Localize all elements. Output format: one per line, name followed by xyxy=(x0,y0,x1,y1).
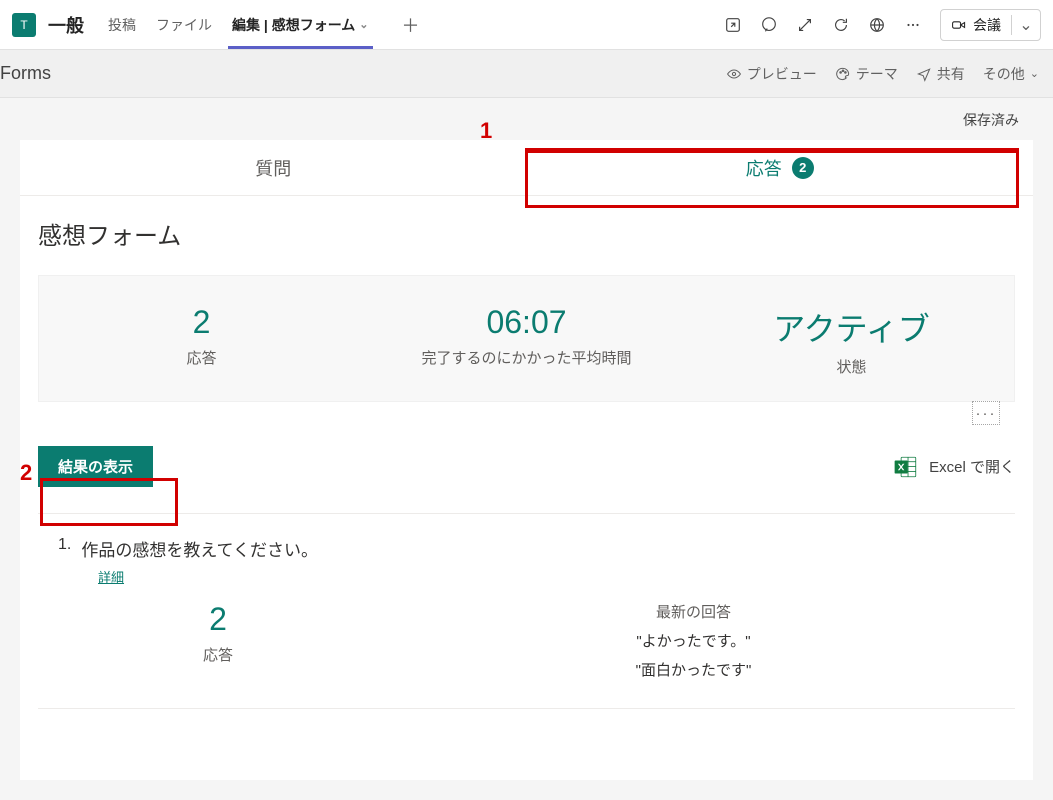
tab-forms-label: 編集 | 感想フォーム xyxy=(232,15,355,35)
stat-responses-label: 応答 xyxy=(39,347,364,368)
chevron-down-icon: ⌄ xyxy=(1030,67,1039,80)
meeting-main-button[interactable]: 会議 xyxy=(941,15,1012,35)
q1-count-label: 応答 xyxy=(58,644,378,665)
theme-label: テーマ xyxy=(856,64,898,84)
chevron-down-icon: ⌄ xyxy=(359,18,368,31)
q1-detail-link[interactable]: 詳細 xyxy=(98,567,124,586)
stat-status-value: アクティブ xyxy=(689,304,1014,350)
open-in-excel-button[interactable]: Excel で開く xyxy=(893,454,1015,480)
q1-number: 1. xyxy=(58,536,71,554)
theme-button[interactable]: テーマ xyxy=(829,60,904,88)
stat-status: アクティブ 状態 xyxy=(689,304,1014,377)
preview-label: プレビュー xyxy=(747,64,817,84)
header-actions: 会議 ⌄ xyxy=(716,8,1041,42)
tab-posts[interactable]: 投稿 xyxy=(98,0,146,49)
team-avatar[interactable]: T xyxy=(12,13,36,37)
channel-tabs: 投稿 ファイル 編集 | 感想フォーム ⌄ ＋ xyxy=(98,0,427,49)
form-card: 質問 応答 2 感想フォーム 2 応答 06:07 完了するのにかかった平均時間… xyxy=(20,140,1033,780)
globe-icon[interactable] xyxy=(860,8,894,42)
meeting-button: 会議 ⌄ xyxy=(940,9,1041,41)
q1-latest-block: 最新の回答 "よかったです。" "面白かったです" xyxy=(378,601,1009,680)
excel-icon xyxy=(893,454,919,480)
question-1-block: 1. 作品の感想を教えてください。 詳細 2 応答 最新の回答 "よかったです。… xyxy=(20,514,1033,690)
refresh-icon[interactable] xyxy=(824,8,858,42)
stats-box: 2 応答 06:07 完了するのにかかった平均時間 アクティブ 状態 ··· xyxy=(38,275,1015,402)
form-title: 感想フォーム xyxy=(20,196,1033,267)
other-button[interactable]: その他 ⌄ xyxy=(977,60,1045,88)
preview-button[interactable]: プレビュー xyxy=(720,60,823,88)
tab-forms-edit[interactable]: 編集 | 感想フォーム ⌄ xyxy=(222,0,379,49)
eye-icon xyxy=(726,66,742,82)
stat-responses: 2 応答 xyxy=(39,304,364,377)
more-icon[interactable] xyxy=(896,8,930,42)
send-icon xyxy=(916,66,932,82)
share-button[interactable]: 共有 xyxy=(910,60,971,88)
q1-text: 作品の感想を教えてください。 xyxy=(81,536,318,561)
q1-answer-2: "面白かったです" xyxy=(378,659,1009,680)
tab-questions[interactable]: 質問 xyxy=(20,140,527,195)
palette-icon xyxy=(835,66,851,82)
q1-latest-title: 最新の回答 xyxy=(378,601,1009,622)
form-tabs: 質問 応答 2 xyxy=(20,140,1033,196)
video-icon xyxy=(951,17,967,33)
tab-responses-label: 応答 xyxy=(746,155,782,181)
show-results-button[interactable]: 結果の表示 xyxy=(38,446,153,487)
popout-icon[interactable] xyxy=(716,8,750,42)
stat-time: 06:07 完了するのにかかった平均時間 xyxy=(364,304,689,377)
content-area[interactable]: 保存済み 質問 応答 2 感想フォーム 2 応答 06:07 完了するのにかかっ… xyxy=(0,98,1053,800)
other-label: その他 xyxy=(983,64,1025,84)
forms-toolbar: Forms プレビュー テーマ 共有 その他 ⌄ xyxy=(0,50,1053,98)
q1-count-value: 2 xyxy=(58,601,378,638)
meeting-label: 会議 xyxy=(973,15,1001,35)
share-label: 共有 xyxy=(937,64,965,84)
channel-name[interactable]: 一般 xyxy=(48,12,84,38)
excel-open-label: Excel で開く xyxy=(929,456,1015,477)
q1-answer-1: "よかったです。" xyxy=(378,630,1009,651)
forms-actions: プレビュー テーマ 共有 その他 ⌄ xyxy=(720,60,1045,88)
stat-time-label: 完了するのにかかった平均時間 xyxy=(364,347,689,368)
q1-count-block: 2 応答 xyxy=(58,601,378,680)
stat-responses-value: 2 xyxy=(39,304,364,341)
stat-time-value: 06:07 xyxy=(364,304,689,341)
stat-status-label: 状態 xyxy=(689,356,1014,377)
expand-icon[interactable] xyxy=(788,8,822,42)
teams-header: T 一般 投稿 ファイル 編集 | 感想フォーム ⌄ ＋ xyxy=(0,0,1053,50)
results-actions-row: 結果の表示 Excel で開く xyxy=(20,410,1033,495)
saved-label: 保存済み xyxy=(0,98,1053,136)
forms-title: Forms xyxy=(0,63,51,84)
tab-responses[interactable]: 応答 2 xyxy=(527,140,1034,195)
meeting-dropdown[interactable]: ⌄ xyxy=(1012,15,1040,35)
responses-badge: 2 xyxy=(792,157,814,179)
divider xyxy=(38,708,1015,709)
stats-more-button[interactable]: ··· xyxy=(972,401,1000,425)
chat-icon[interactable] xyxy=(752,8,786,42)
add-tab-button[interactable]: ＋ xyxy=(395,9,427,41)
tab-files[interactable]: ファイル xyxy=(146,0,222,49)
